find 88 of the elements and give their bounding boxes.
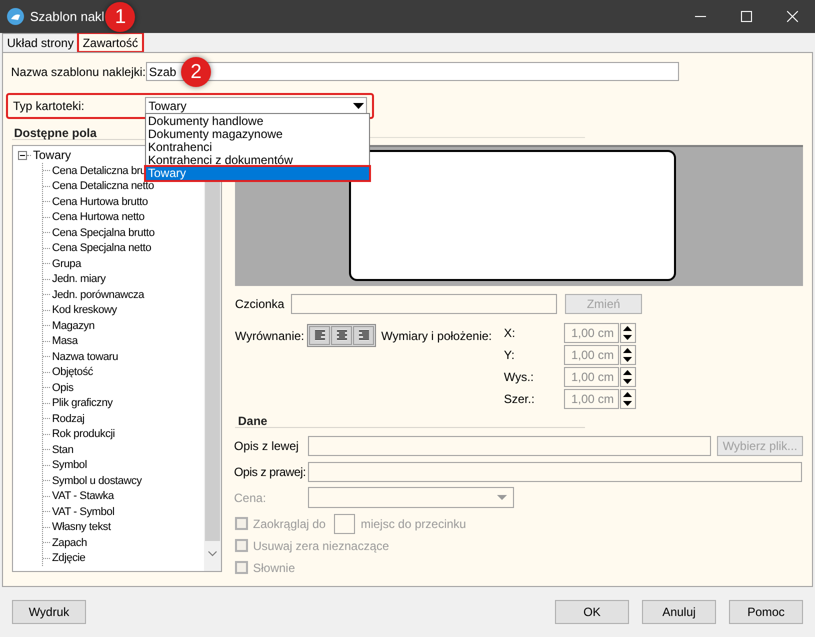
tree-item[interactable]: Cena Detaliczna netto bbox=[52, 178, 154, 194]
text-input[interactable] bbox=[308, 436, 711, 456]
field-label: Szer.: bbox=[504, 390, 536, 408]
step-badge: 2 bbox=[181, 57, 211, 87]
checkbox-label: miejsc do przecinku bbox=[360, 516, 466, 532]
dropdown-option[interactable]: Kontrahenci bbox=[146, 141, 369, 154]
tree-item[interactable]: Cena Specjalna brutto bbox=[52, 224, 155, 241]
text-input[interactable] bbox=[308, 462, 802, 482]
align-right-button[interactable] bbox=[353, 326, 374, 345]
close-icon bbox=[786, 11, 798, 22]
align-left-icon bbox=[314, 330, 325, 341]
field-label: Typ kartoteki: bbox=[13, 98, 86, 115]
tree-item[interactable]: Zdjęcie bbox=[52, 550, 86, 566]
align-center-icon bbox=[336, 330, 347, 341]
tree-item[interactable]: Opis bbox=[52, 380, 74, 396]
section-title: Dane bbox=[238, 414, 268, 428]
up-arrow-icon bbox=[623, 348, 632, 354]
tree-item[interactable]: Cena Specjalna netto bbox=[52, 240, 152, 256]
app-logo-icon bbox=[7, 8, 24, 25]
tree-item[interactable]: Objętość bbox=[52, 364, 94, 380]
tree-item[interactable]: Jedn. porównawcza bbox=[52, 286, 144, 303]
tree-item[interactable]: Symbol bbox=[52, 457, 87, 474]
tree-item[interactable]: VAT - Stawka bbox=[52, 488, 114, 504]
checkbox-label: Zaokrąglaj do bbox=[253, 516, 326, 532]
decimals-input[interactable] bbox=[334, 514, 355, 534]
spin-button[interactable] bbox=[620, 345, 636, 366]
tree-item[interactable]: Plik graficzny bbox=[52, 395, 113, 412]
tree-item[interactable]: Grupa bbox=[52, 256, 82, 272]
collapse-icon[interactable] bbox=[18, 150, 27, 160]
field-label: Wyrównanie: bbox=[235, 328, 304, 345]
up-arrow-icon bbox=[623, 370, 632, 375]
tree-item[interactable]: Jedn. miary bbox=[52, 271, 106, 288]
tree-item[interactable]: Własny tekst bbox=[52, 519, 111, 536]
dropdown-option[interactable]: Dokumenty handlowe bbox=[146, 115, 369, 128]
field-label: Opis z prawej: bbox=[234, 464, 307, 481]
align-right-icon bbox=[358, 330, 369, 341]
field-label: Nazwa szablonu naklejki: bbox=[11, 64, 146, 80]
tab[interactable]: Układ strony bbox=[2, 33, 78, 52]
window-title: Szablon nakl bbox=[30, 8, 104, 26]
checkbox-label: Usuwaj zera nieznaczące bbox=[253, 538, 390, 554]
down-arrow-icon bbox=[623, 378, 632, 384]
spin-button[interactable] bbox=[620, 366, 636, 387]
checkbox-label: Słownie bbox=[253, 560, 296, 576]
dialog-button[interactable]: Wydruk bbox=[12, 600, 86, 624]
tree-item[interactable]: Symbol u dostawcy bbox=[52, 472, 142, 489]
section-title: Dostępne pola bbox=[14, 126, 97, 140]
spin-button[interactable] bbox=[620, 388, 636, 409]
chevron-down-icon[interactable] bbox=[208, 551, 217, 557]
field-label: Opis z lewej bbox=[234, 438, 300, 455]
tree-item[interactable]: Cena Hurtowa brutto bbox=[52, 194, 148, 210]
tree-item[interactable]: VAT - Symbol bbox=[52, 504, 114, 520]
caret-icon bbox=[353, 103, 364, 109]
field-label: Czcionka bbox=[235, 296, 286, 313]
align-left-button[interactable] bbox=[309, 326, 330, 345]
field-label: Wymiary i położenie: bbox=[381, 328, 492, 345]
caret-icon bbox=[497, 495, 507, 500]
dropdown-option[interactable]: Kontrahenci z dokumentów bbox=[146, 154, 369, 167]
dialog-button[interactable]: Anuluj bbox=[642, 600, 716, 624]
step-badge: 1 bbox=[105, 2, 136, 32]
font-field[interactable] bbox=[291, 294, 557, 314]
tree-item[interactable]: Magazyn bbox=[52, 318, 95, 334]
dialog-button[interactable]: Pomoc bbox=[729, 600, 803, 624]
tree-item[interactable]: Kod kreskowy bbox=[52, 302, 117, 318]
tree-item[interactable]: Rok produkcji bbox=[52, 426, 115, 442]
up-arrow-icon bbox=[623, 392, 632, 397]
spin-button[interactable] bbox=[620, 323, 636, 344]
field-label: Cena: bbox=[234, 490, 268, 506]
tree-item[interactable]: Stan bbox=[52, 442, 74, 458]
tree-item[interactable]: Zapach bbox=[52, 534, 87, 551]
price-dropdown[interactable] bbox=[308, 487, 514, 508]
align-center-button[interactable] bbox=[331, 326, 352, 345]
dialog-button[interactable]: OK bbox=[555, 600, 629, 624]
tab[interactable]: Zawartość bbox=[78, 33, 144, 52]
tree-item[interactable]: Rodzaj bbox=[52, 410, 84, 427]
tree-item[interactable]: Towary bbox=[33, 146, 72, 164]
down-arrow-icon bbox=[623, 335, 632, 340]
tree-item[interactable]: Masa bbox=[52, 333, 78, 350]
up-arrow-icon bbox=[623, 326, 632, 332]
field-label: Wys.: bbox=[504, 368, 535, 386]
dropdown-option[interactable]: Towary bbox=[146, 167, 369, 180]
tree-item[interactable]: Nazwa towaru bbox=[52, 348, 118, 365]
dropdown-option[interactable]: Dokumenty magazynowe bbox=[146, 128, 369, 141]
down-arrow-icon bbox=[623, 400, 632, 406]
maximize-icon bbox=[740, 11, 752, 22]
field-label: Y: bbox=[504, 347, 516, 364]
field-label: X: bbox=[504, 325, 516, 342]
tree-item[interactable]: Cena Hurtowa netto bbox=[52, 209, 144, 226]
down-arrow-icon bbox=[623, 357, 632, 362]
